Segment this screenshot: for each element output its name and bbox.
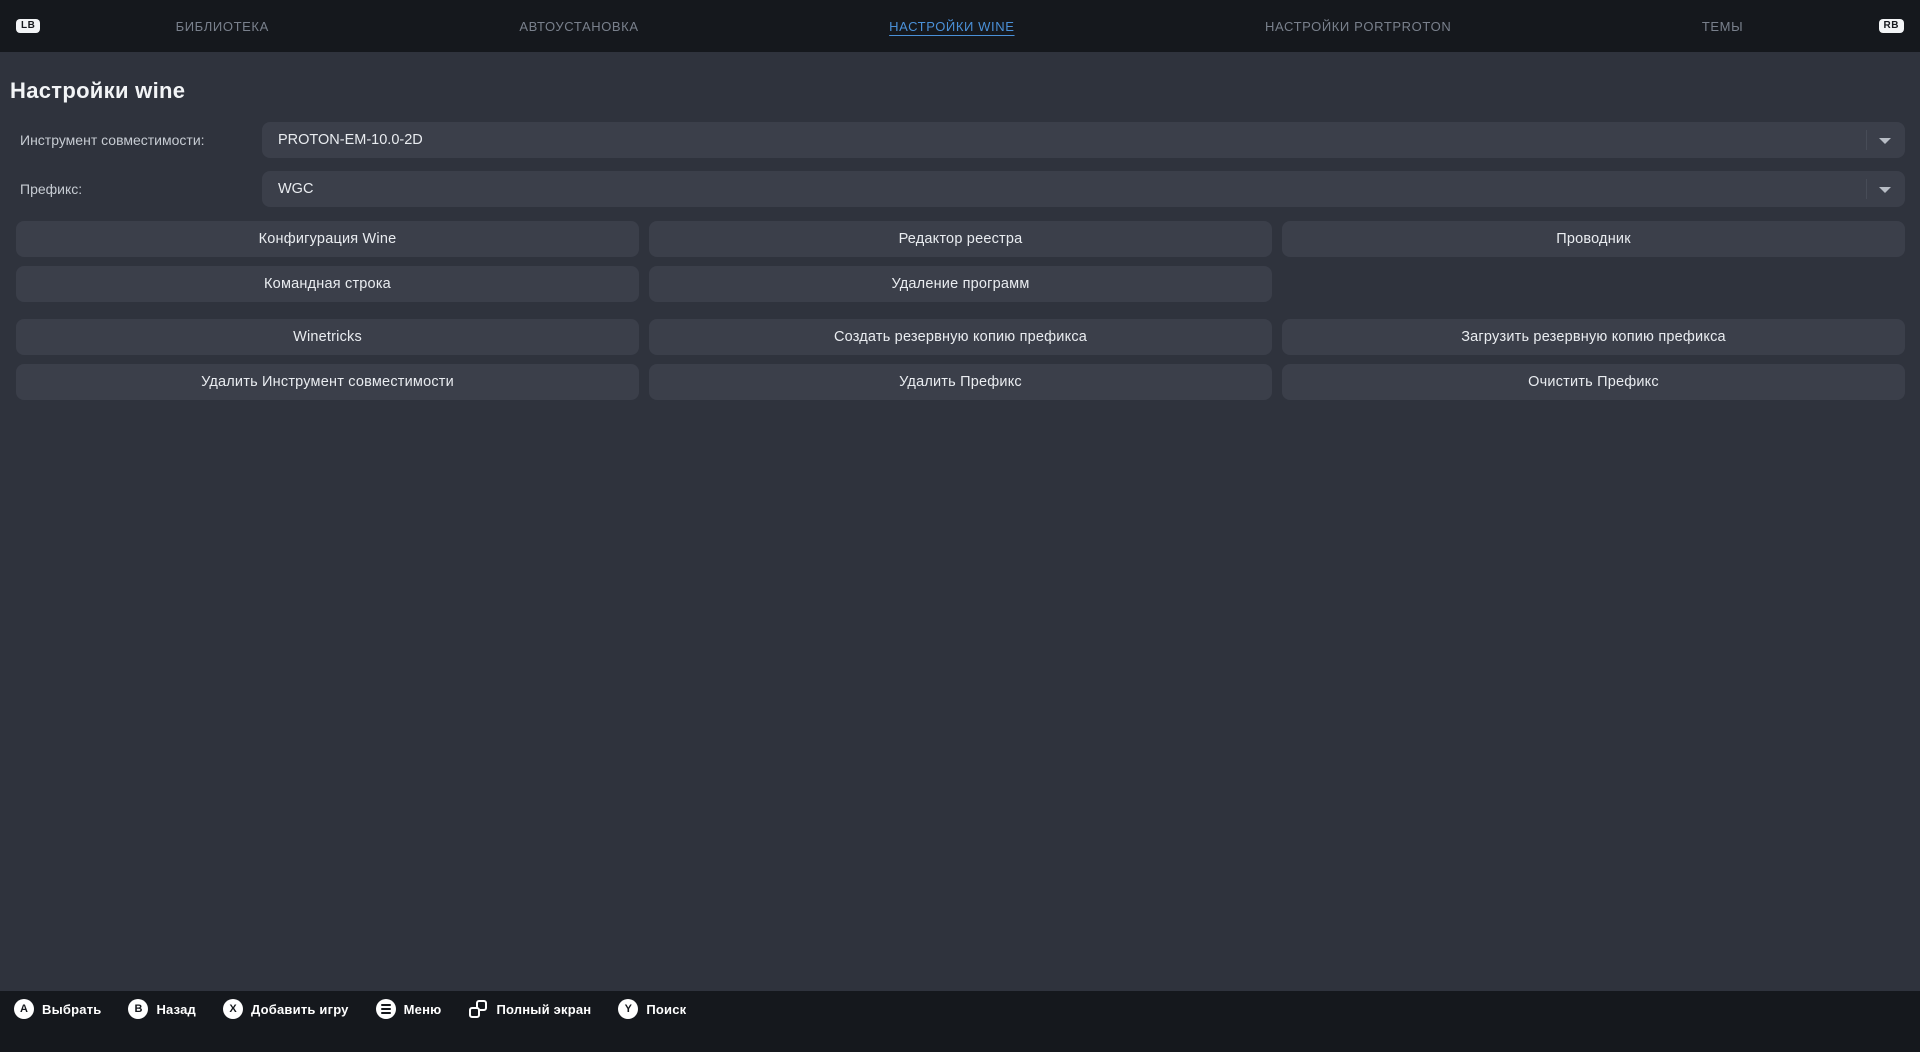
chevron-down-icon	[1879, 138, 1891, 144]
compat-tool-select[interactable]: PROTON-EM-10.0-2D	[262, 122, 1905, 158]
prefix-row: Префикс: WGC	[0, 171, 1905, 207]
top-nav-bar: LB БИБЛИОТЕКА АВТОУСТАНОВКА НАСТРОЙКИ WINE…	[0, 0, 1920, 52]
dropdown-separator	[1866, 179, 1867, 199]
wine-config-button[interactable]: Конфигурация Wine	[16, 221, 639, 257]
hint-label: Поиск	[646, 1002, 686, 1017]
hint-add-game[interactable]: X Добавить игру	[223, 999, 349, 1019]
remove-compat-tool-button[interactable]: Удалить Инструмент совместимости	[16, 364, 639, 400]
tab-library[interactable]: БИБЛИОТЕКА	[176, 19, 269, 34]
load-prefix-backup-button[interactable]: Загрузить резервную копию префикса	[1282, 319, 1905, 355]
tab-wine-settings[interactable]: НАСТРОЙКИ WINE	[889, 19, 1014, 34]
empty-grid-cell	[1282, 266, 1905, 302]
compat-tool-row: Инструмент совместимости: PROTON-EM-10.0…	[0, 122, 1905, 158]
prefix-value: WGC	[278, 181, 313, 197]
gamepad-x-icon: X	[223, 999, 243, 1019]
hint-label: Добавить игру	[251, 1002, 349, 1017]
dropdown-separator	[1866, 130, 1867, 150]
gamepad-hints: A Выбрать B Назад X Добавить игру Меню Полный э…	[0, 991, 1920, 1027]
registry-editor-button[interactable]: Редактор реестра	[649, 221, 1272, 257]
hint-fullscreen[interactable]: Полный экран	[468, 999, 591, 1019]
prefix-select[interactable]: WGC	[262, 171, 1905, 207]
remove-prefix-button[interactable]: Удалить Префикс	[649, 364, 1272, 400]
gamepad-view-icon	[468, 999, 488, 1019]
create-prefix-backup-button[interactable]: Создать резервную копию префикса	[649, 319, 1272, 355]
hint-search[interactable]: Y Поиск	[618, 999, 686, 1019]
wine-settings-page: Настройки wine Инструмент совместимости:…	[0, 78, 1920, 400]
tab-autoinstall[interactable]: АВТОУСТАНОВКА	[519, 19, 638, 34]
tab-themes[interactable]: ТЕМЫ	[1702, 19, 1743, 34]
uninstall-programs-button[interactable]: Удаление программ	[649, 266, 1272, 302]
tab-portproton-settings[interactable]: НАСТРОЙКИ PORTPROTON	[1265, 19, 1451, 34]
gamepad-a-icon: A	[14, 999, 34, 1019]
hint-label: Полный экран	[496, 1002, 591, 1017]
compat-tool-value: PROTON-EM-10.0-2D	[278, 132, 423, 148]
hint-menu[interactable]: Меню	[376, 999, 442, 1019]
prefix-label: Префикс:	[0, 181, 262, 197]
hint-select[interactable]: A Выбрать	[14, 999, 101, 1019]
command-line-button[interactable]: Командная строка	[16, 266, 639, 302]
prefix-tools-grid: Winetricks Создать резервную копию префик…	[16, 319, 1905, 400]
hint-label: Выбрать	[42, 1002, 101, 1017]
winetricks-button[interactable]: Winetricks	[16, 319, 639, 355]
hint-label: Меню	[404, 1002, 442, 1017]
wine-tools-grid: Конфигурация Wine Редактор реестра Проводн…	[16, 221, 1905, 302]
gamepad-hints-bar: A Выбрать B Назад X Добавить игру Меню Полный э…	[0, 991, 1920, 1052]
page-title: Настройки wine	[10, 78, 1920, 104]
hint-label: Назад	[156, 1002, 196, 1017]
gamepad-y-icon: Y	[618, 999, 638, 1019]
clear-prefix-button[interactable]: Очистить Префикс	[1282, 364, 1905, 400]
hint-back[interactable]: B Назад	[128, 999, 196, 1019]
lb-shoulder-badge: LB	[16, 19, 40, 33]
rb-shoulder-badge: RB	[1879, 19, 1904, 33]
compat-tool-label: Инструмент совместимости:	[0, 132, 262, 148]
tab-bar: БИБЛИОТЕКА АВТОУСТАНОВКА НАСТРОЙКИ WINE НАС…	[50, 19, 1868, 34]
gamepad-b-icon: B	[128, 999, 148, 1019]
file-explorer-button[interactable]: Проводник	[1282, 221, 1905, 257]
chevron-down-icon	[1879, 187, 1891, 193]
gamepad-menu-icon	[376, 999, 396, 1019]
